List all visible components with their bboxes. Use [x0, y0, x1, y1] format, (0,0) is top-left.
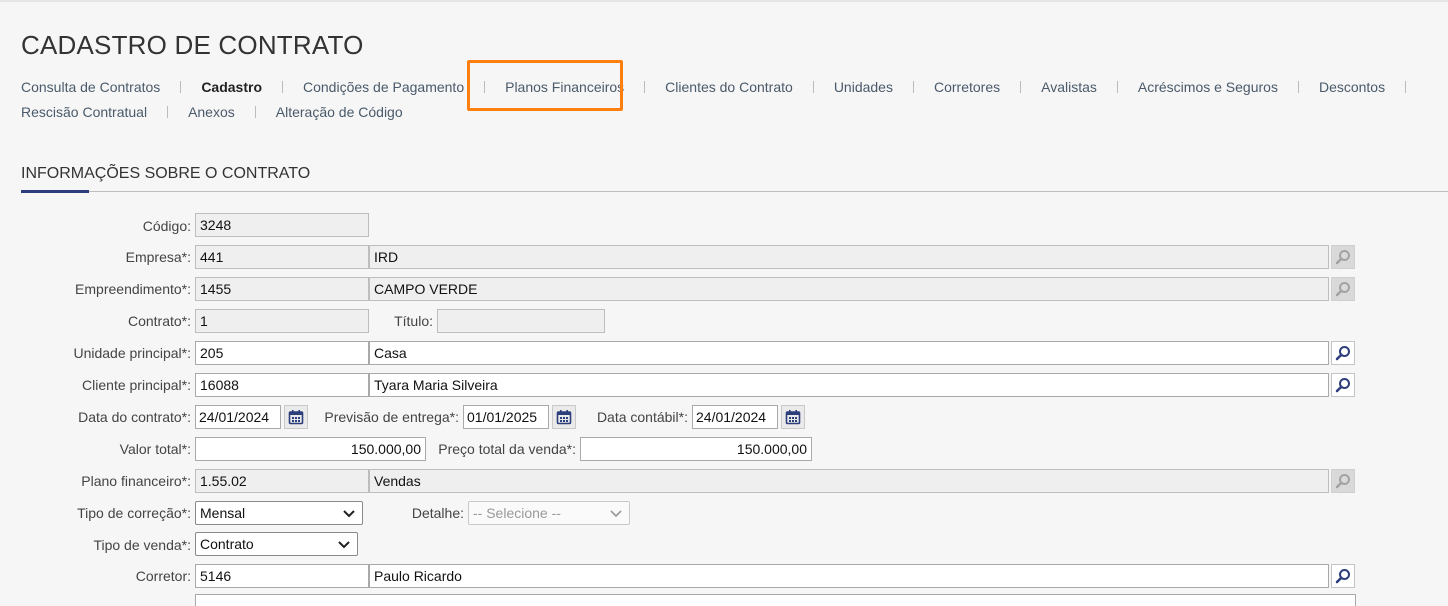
tipo-venda-label: Tipo de venda*: — [93, 537, 191, 553]
data-contrato-calendar-button[interactable] — [284, 405, 308, 429]
section-title: INFORMAÇÕES SOBRE O CONTRATO — [21, 165, 311, 182]
calendar-icon — [785, 410, 801, 425]
previsao-entrega-calendar-button[interactable] — [552, 405, 576, 429]
magnifier-icon — [1335, 346, 1350, 361]
magnifier-icon — [1335, 474, 1350, 489]
corretor-search-button[interactable] — [1331, 564, 1355, 588]
valor-total-field[interactable]: 150.000,00 — [195, 437, 426, 461]
tab-nav-row-2: Rescisão Contratual Anexos Alteração de … — [21, 104, 403, 120]
data-contabil-label: Data contábil*: — [596, 409, 688, 425]
calendar-icon — [556, 410, 572, 425]
tab-cadastro[interactable]: Cadastro — [201, 79, 262, 95]
valor-total-label: Valor total*: — [119, 441, 191, 457]
cliente-label: Cliente principal*: — [82, 377, 191, 393]
nav-separator — [1020, 81, 1022, 93]
corretor-code-field[interactable]: 5146 — [195, 564, 369, 588]
nav-separator — [180, 81, 182, 93]
cliente-name-field[interactable]: Tyara Maria Silveira — [369, 373, 1329, 397]
empreendimento-label: Empreendimento*: — [75, 281, 191, 297]
tab-alteracao-codigo[interactable]: Alteração de Código — [276, 104, 403, 120]
corretor-name-field[interactable]: Paulo Ricardo — [369, 564, 1329, 588]
empreendimento-code-field[interactable]: 1455 — [195, 277, 369, 301]
next-field-partial[interactable] — [195, 594, 1356, 606]
unidade-name-field[interactable]: Casa — [369, 341, 1329, 365]
tipo-venda-value: Contrato — [200, 536, 254, 552]
empresa-label: Empresa*: — [125, 249, 191, 265]
tab-corretores[interactable]: Corretores — [934, 79, 1000, 95]
tab-clientes-contrato[interactable]: Clientes do Contrato — [665, 79, 793, 95]
unidade-search-button[interactable] — [1331, 341, 1355, 365]
data-contabil-calendar-button[interactable] — [781, 405, 805, 429]
empreendimento-name-field[interactable]: CAMPO VERDE — [369, 277, 1329, 301]
section-divider — [21, 191, 1448, 192]
empresa-name-field[interactable]: IRD — [369, 245, 1329, 269]
chevron-down-icon — [610, 510, 622, 518]
magnifier-icon — [1335, 569, 1350, 584]
codigo-field[interactable]: 3248 — [195, 213, 369, 237]
plano-financeiro-name-field[interactable]: Vendas — [369, 469, 1329, 493]
section-underline-accent — [21, 190, 89, 193]
chevron-down-icon — [343, 510, 355, 518]
tab-descontos[interactable]: Descontos — [1319, 79, 1385, 95]
plano-financeiro-code-field[interactable]: 1.55.02 — [195, 469, 369, 493]
magnifier-icon — [1335, 378, 1350, 393]
titulo-label: Título: — [394, 313, 433, 329]
top-border — [0, 0, 1448, 2]
empresa-code-field[interactable]: 441 — [195, 245, 369, 269]
tab-condicoes-pagamento[interactable]: Condições de Pagamento — [303, 79, 464, 95]
nav-separator — [282, 81, 283, 93]
previsao-entrega-label: Previsão de entrega*: — [324, 409, 459, 425]
contrato-field[interactable]: 1 — [195, 309, 369, 333]
nav-separator — [1405, 81, 1407, 93]
tab-unidades[interactable]: Unidades — [834, 79, 893, 95]
magnifier-icon — [1335, 282, 1350, 297]
data-contabil-field[interactable]: 24/01/2024 — [692, 405, 778, 429]
nav-separator — [1116, 81, 1118, 93]
highlight-box-planos-financeiros — [467, 60, 623, 111]
empresa-search-button[interactable] — [1331, 245, 1355, 269]
detalhe-value: -- Selecione -- — [473, 505, 561, 521]
nav-separator — [644, 81, 646, 93]
detalhe-label: Detalhe: — [411, 505, 464, 521]
nav-separator — [812, 81, 814, 93]
tab-acrescimos-seguros[interactable]: Acréscimos e Seguros — [1138, 79, 1278, 95]
empreendimento-search-button[interactable] — [1331, 277, 1355, 301]
tab-consulta-contratos[interactable]: Consulta de Contratos — [21, 79, 160, 95]
titulo-field[interactable] — [437, 309, 605, 333]
tab-avalistas[interactable]: Avalistas — [1041, 79, 1097, 95]
unidade-label: Unidade principal*: — [73, 345, 191, 361]
data-contrato-label: Data do contrato*: — [78, 409, 191, 425]
page-title: CADASTRO DE CONTRATO — [21, 30, 364, 60]
tipo-venda-select[interactable]: Contrato — [195, 532, 358, 556]
calendar-icon — [288, 410, 304, 425]
previsao-entrega-field[interactable]: 01/01/2025 — [463, 405, 549, 429]
nav-separator — [1297, 81, 1299, 93]
tab-nav-row-1: Consulta de Contratos Cadastro Condições… — [21, 79, 1426, 95]
nav-separator — [912, 81, 914, 93]
tab-rescisao-contratual[interactable]: Rescisão Contratual — [21, 104, 147, 120]
data-contrato-field[interactable]: 24/01/2024 — [195, 405, 281, 429]
nav-separator — [254, 106, 256, 118]
cliente-code-field[interactable]: 16088 — [195, 373, 369, 397]
magnifier-icon — [1335, 250, 1350, 265]
preco-total-field[interactable]: 150.000,00 — [580, 437, 812, 461]
cliente-search-button[interactable] — [1331, 373, 1355, 397]
tab-anexos[interactable]: Anexos — [188, 104, 235, 120]
plano-financeiro-label: Plano financeiro*: — [81, 473, 191, 489]
corretor-label: Corretor: — [135, 568, 191, 584]
unidade-code-field[interactable]: 205 — [195, 341, 369, 365]
chevron-down-icon — [338, 541, 350, 549]
tipo-correcao-label: Tipo de correção*: — [77, 505, 191, 521]
detalhe-select[interactable]: -- Selecione -- — [468, 501, 630, 525]
nav-separator — [167, 106, 169, 118]
preco-total-label: Preço total da venda*: — [438, 441, 576, 457]
plano-financeiro-search-button[interactable] — [1331, 469, 1355, 493]
codigo-label: Código: — [142, 218, 191, 234]
contrato-label: Contrato*: — [127, 313, 191, 329]
tipo-correcao-value: Mensal — [200, 505, 246, 521]
tipo-correcao-select[interactable]: Mensal — [195, 501, 363, 525]
